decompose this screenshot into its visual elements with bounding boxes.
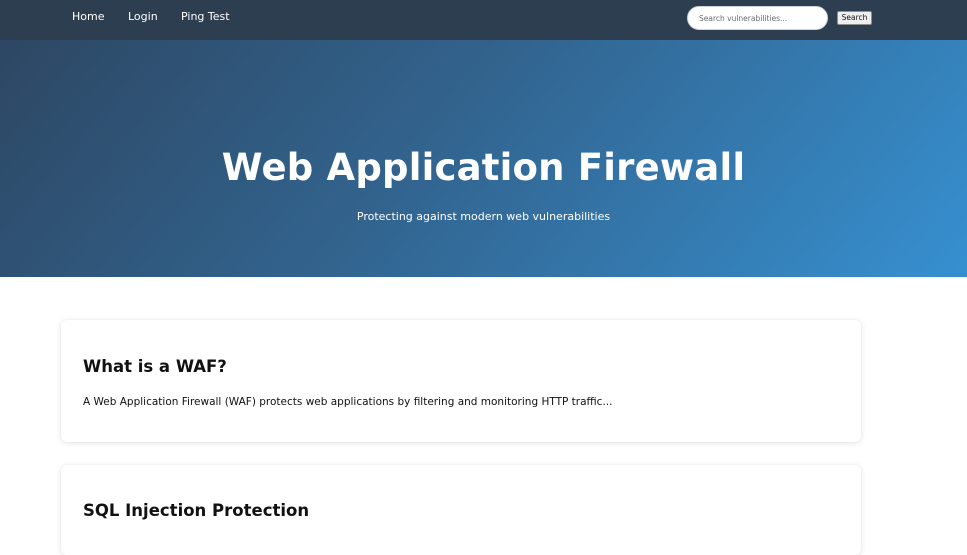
section-title: SQL Injection Protection xyxy=(83,501,310,520)
section-card-sql-injection: SQL Injection Protection xyxy=(61,465,861,555)
search-input[interactable] xyxy=(687,6,828,30)
nav-link-ping-test[interactable]: Ping Test xyxy=(181,10,230,24)
hero-banner: Web Application Firewall Protecting agai… xyxy=(0,40,967,277)
section-text: A Web Application Firewall (WAF) protect… xyxy=(83,396,613,408)
nav-link-login[interactable]: Login xyxy=(128,10,158,24)
search-button[interactable]: Search xyxy=(837,11,872,25)
top-navbar: Home Login Ping Test Search xyxy=(0,0,967,40)
hero-subtitle: Protecting against modern web vulnerabil… xyxy=(356,210,611,223)
nav-link-home[interactable]: Home xyxy=(72,10,104,24)
section-card-waf: What is a WAF? A Web Application Firewal… xyxy=(61,320,861,442)
hero-title: Web Application Firewall xyxy=(221,146,746,189)
section-title: What is a WAF? xyxy=(83,357,227,376)
